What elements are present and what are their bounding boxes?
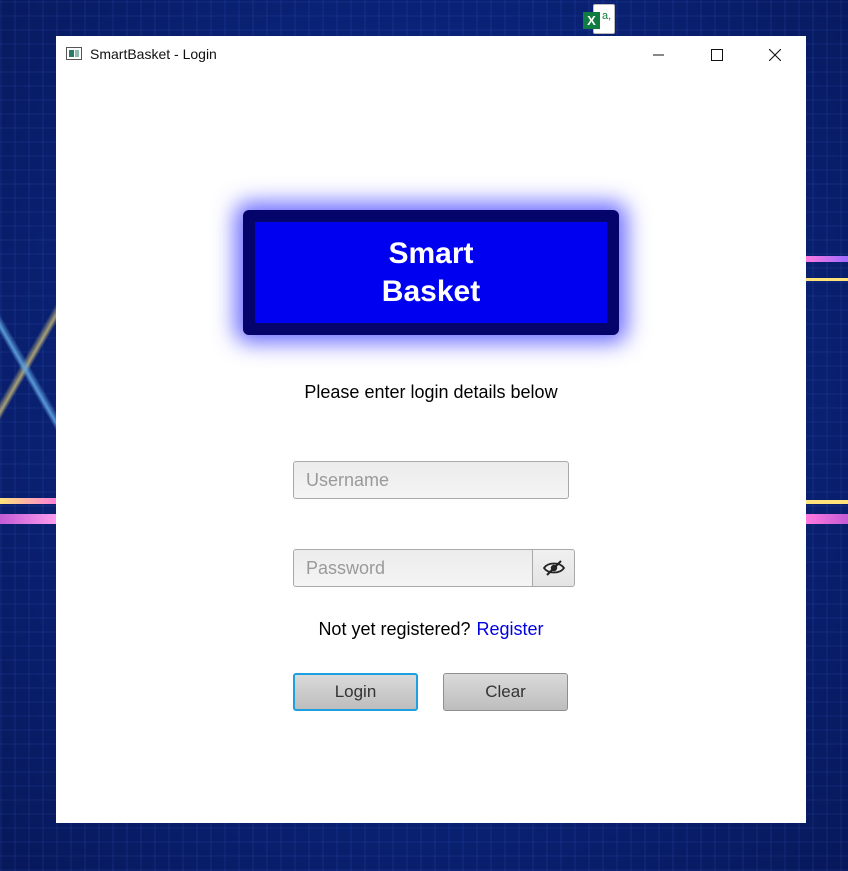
- wallpaper-stripe: [806, 500, 848, 504]
- wallpaper-stripe: [0, 514, 60, 524]
- desktop: X a, SmartBasket - Login Smart Basket Pl…: [0, 0, 848, 871]
- window-title: SmartBasket - Login: [90, 46, 217, 62]
- logo-panel: Smart Basket: [255, 222, 607, 323]
- username-input[interactable]: [293, 461, 569, 499]
- register-link[interactable]: Register: [477, 619, 544, 639]
- app-window-icon: [66, 47, 82, 60]
- maximize-icon: [711, 48, 723, 61]
- smart-basket-logo: Smart Basket: [243, 210, 619, 335]
- wallpaper-stripe: [0, 498, 60, 504]
- minimize-button[interactable]: [630, 36, 688, 73]
- close-icon: [769, 48, 781, 61]
- register-row: Not yet registered? Register: [56, 619, 806, 640]
- title-bar[interactable]: SmartBasket - Login: [56, 36, 806, 73]
- clear-button[interactable]: Clear: [443, 673, 568, 711]
- wallpaper-stripe: [806, 278, 848, 281]
- password-visibility-toggle[interactable]: [532, 549, 575, 587]
- logo-text-line-1: Smart: [388, 236, 474, 270]
- logo-text-line-2: Basket: [381, 274, 481, 308]
- excel-badge: X: [583, 12, 600, 29]
- eye-slash-icon: [542, 560, 565, 576]
- excel-badge-letter: a,: [602, 10, 612, 22]
- wallpaper-stripe: [806, 256, 848, 262]
- maximize-button[interactable]: [688, 36, 746, 73]
- minimize-icon: [653, 54, 664, 55]
- login-button[interactable]: Login: [293, 673, 418, 711]
- login-instructions: Please enter login details below: [304, 382, 558, 402]
- excel-file-icon[interactable]: X a,: [583, 4, 615, 36]
- close-button[interactable]: [746, 36, 804, 73]
- password-input[interactable]: [293, 549, 533, 587]
- register-prompt: Not yet registered?: [318, 619, 471, 639]
- login-window: SmartBasket - Login Smart Basket Please …: [56, 36, 806, 823]
- wallpaper-stripe: [806, 514, 848, 524]
